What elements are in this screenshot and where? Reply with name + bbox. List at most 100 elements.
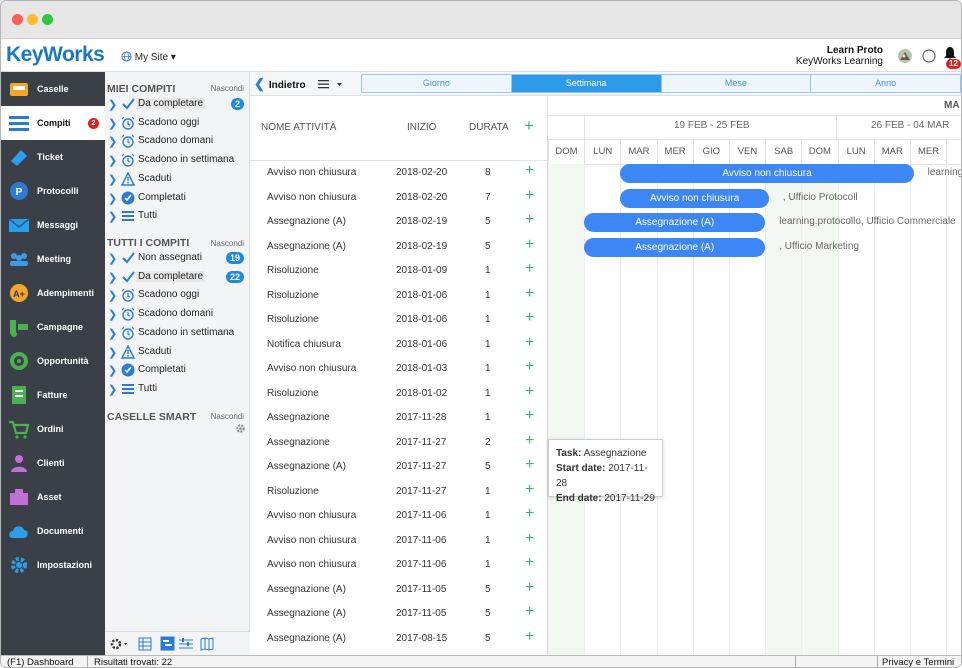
table-row[interactable]: Assegnazione (A) 2017-11-05 5 + <box>250 602 547 626</box>
table-row[interactable]: Avviso non chiusura 2018-01-03 1 + <box>250 357 547 381</box>
add-subtask-plus-icon[interactable]: + <box>525 285 534 303</box>
grid-view-icon[interactable] <box>138 637 152 651</box>
all-tasks-scadonodomani[interactable]: ❯ Scadono domani <box>108 306 248 323</box>
sidebar-item-documenti[interactable]: Documenti <box>1 514 105 548</box>
chevron-right-icon[interactable]: ❯ <box>108 364 117 377</box>
table-row[interactable]: Assegnazione 2017-11-28 1 + <box>250 406 547 430</box>
my-tasks-scadonodomani[interactable]: ❯ Scadono domani <box>108 133 248 150</box>
my-tasks-completati[interactable]: ❯ Completati <box>108 190 248 207</box>
sidebar-item-clienti[interactable]: Clienti <box>1 446 105 480</box>
add-subtask-plus-icon[interactable]: + <box>525 260 534 278</box>
table-row[interactable]: Avviso non chiusura 2017-11-06 1 + <box>250 529 547 553</box>
table-row[interactable]: Assegnazione 2017-11-27 2 + <box>250 431 547 455</box>
table-row[interactable]: Avviso non chiusura 2017-11-06 1 + <box>250 504 547 528</box>
add-subtask-plus-icon[interactable]: + <box>525 505 534 523</box>
task-bar[interactable]: Assegnazione (A) <box>584 213 766 232</box>
sidebar-item-meeting[interactable]: Meeting <box>1 242 105 276</box>
add-subtask-plus-icon[interactable]: + <box>525 628 534 646</box>
chevron-right-icon[interactable]: ❯ <box>108 192 117 205</box>
add-subtask-plus-icon[interactable]: + <box>525 187 534 205</box>
sidebar-item-adempimenti[interactable]: A+ Adempimenti <box>1 276 105 310</box>
all-tasks-tutti[interactable]: ❯ Tutti <box>108 381 248 398</box>
timeline-view-icon[interactable] <box>178 637 194 651</box>
tab-giorno[interactable]: Giorno <box>362 75 512 92</box>
add-subtask-plus-icon[interactable]: + <box>525 579 534 597</box>
add-subtask-plus-icon[interactable]: + <box>525 432 534 450</box>
table-row[interactable]: Avviso non chiusura 2018-02-20 7 + <box>250 186 547 210</box>
back-button[interactable]: ❮ Indietro <box>254 76 306 92</box>
table-row[interactable]: Notifica chiusura 2018-01-06 1 + <box>250 333 547 357</box>
all-tasks-dacompletare[interactable]: ❯ Da completare 22 <box>108 269 248 286</box>
table-row[interactable]: Risoluzione 2018-01-02 1 + <box>250 382 547 406</box>
chevron-right-icon[interactable]: ❯ <box>108 327 117 340</box>
settings-dropdown-gear-icon[interactable] <box>109 637 129 651</box>
col-header-start[interactable]: INIZIO <box>407 122 436 133</box>
smart-settings-gear-icon[interactable] <box>235 423 246 434</box>
my-tasks-scadonoinsettimana[interactable]: ❯ Scadono in settimana <box>108 152 248 169</box>
site-selector[interactable]: My Site ▾ <box>121 51 176 63</box>
avatar[interactable] <box>897 48 913 64</box>
all-tasks-scadonoinsettimana[interactable]: ❯ Scadono in settimana <box>108 325 248 342</box>
table-row[interactable]: Assegnazione (A) 2018-02-19 5 + <box>250 235 547 259</box>
sidebar-item-opportunit[interactable]: Opportunità <box>1 344 105 378</box>
tab-anno[interactable]: Anno <box>811 75 961 92</box>
table-row[interactable]: Assegnazione (A) 2017-11-05 5 + <box>250 578 547 602</box>
table-row[interactable]: Assegnazione (A) 2017-08-15 5 + <box>250 627 547 651</box>
privacy-link[interactable]: Privacy e Termini <box>882 657 954 667</box>
chevron-right-icon[interactable]: ❯ <box>108 210 117 223</box>
my-tasks-dacompletare[interactable]: ❯ Da completare 2 <box>108 96 248 113</box>
sidebar-item-impostazioni[interactable]: Impostazioni <box>1 548 105 582</box>
all-tasks-completati[interactable]: ❯ Completati <box>108 362 248 379</box>
minimize-window-button[interactable] <box>27 14 38 25</box>
chevron-right-icon[interactable]: ❯ <box>108 173 117 186</box>
table-row[interactable]: Assegnazione (A) 2018-02-19 5 + <box>250 210 547 234</box>
chevron-right-icon[interactable]: ❯ <box>108 98 117 111</box>
col-header-name[interactable]: NOME ATTIVITÀ <box>261 122 336 133</box>
table-row[interactable]: Risoluzione 2017-11-27 1 + <box>250 480 547 504</box>
map-view-icon[interactable] <box>200 637 214 651</box>
table-row[interactable]: Risoluzione 2018-01-09 1 + <box>250 259 547 283</box>
add-subtask-plus-icon[interactable]: + <box>525 603 534 621</box>
add-subtask-plus-icon[interactable]: + <box>525 530 534 548</box>
sidebar-item-messaggi[interactable]: Messaggi <box>1 208 105 242</box>
sidebar-item-asset[interactable]: Asset <box>1 480 105 514</box>
status-circle-icon[interactable] <box>921 48 937 64</box>
add-subtask-plus-icon[interactable]: + <box>525 554 534 572</box>
all-tasks-scaduti[interactable]: ❯ Scaduti <box>108 344 248 361</box>
chevron-right-icon[interactable]: ❯ <box>108 135 117 148</box>
table-row[interactable]: Risoluzione 2018-01-06 1 + <box>250 284 547 308</box>
gantt-view-icon[interactable] <box>160 636 175 651</box>
close-window-button[interactable] <box>12 14 23 25</box>
chevron-right-icon[interactable]: ❯ <box>108 154 117 167</box>
task-bar[interactable]: Avviso non chiusura <box>620 164 914 183</box>
sidebar-item-caselle[interactable]: Caselle <box>1 72 105 106</box>
maximize-window-button[interactable] <box>42 14 53 25</box>
sidebar-item-protocolli[interactable]: P Protocolli <box>1 174 105 208</box>
table-row[interactable]: Risoluzione 2018-01-06 1 + <box>250 308 547 332</box>
tab-settimana[interactable]: Settimana <box>511 75 662 92</box>
col-header-duration[interactable]: DURATA <box>469 122 509 133</box>
add-subtask-plus-icon[interactable]: + <box>525 309 534 327</box>
chevron-right-icon[interactable]: ❯ <box>108 346 117 359</box>
my-tasks-scaduti[interactable]: ❯ Scaduti <box>108 171 248 188</box>
chevron-right-icon[interactable]: ❯ <box>108 383 117 396</box>
table-row[interactable]: Avviso non chiusura 2017-11-06 1 + <box>250 553 547 577</box>
add-subtask-plus-icon[interactable]: + <box>525 358 534 376</box>
add-task-plus-icon[interactable]: + <box>524 116 534 136</box>
dashboard-shortcut[interactable]: (F1) Dashboard <box>7 657 74 667</box>
add-subtask-plus-icon[interactable]: + <box>525 211 534 229</box>
task-bar[interactable]: Assegnazione (A) <box>584 237 766 257</box>
add-subtask-plus-icon[interactable]: + <box>525 407 534 425</box>
chevron-right-icon[interactable]: ❯ <box>108 271 117 284</box>
all-tasks-nonassegnati[interactable]: ❯ Non assegnati 19 <box>108 250 248 267</box>
app-logo[interactable]: KeyWorks <box>6 43 105 67</box>
task-bar[interactable]: Avviso non chiusura <box>620 188 769 208</box>
user-menu[interactable]: Learn Proto KeyWorks Learning <box>796 45 883 67</box>
add-subtask-plus-icon[interactable]: + <box>525 162 534 180</box>
sidebar-item-compiti[interactable]: Compiti 2 <box>1 106 105 140</box>
add-subtask-plus-icon[interactable]: + <box>525 383 534 401</box>
my-tasks-tutti[interactable]: ❯ Tutti <box>108 208 248 225</box>
chevron-right-icon[interactable]: ❯ <box>108 289 117 302</box>
tab-mese[interactable]: Mese <box>662 75 812 92</box>
add-subtask-plus-icon[interactable]: + <box>525 236 534 254</box>
